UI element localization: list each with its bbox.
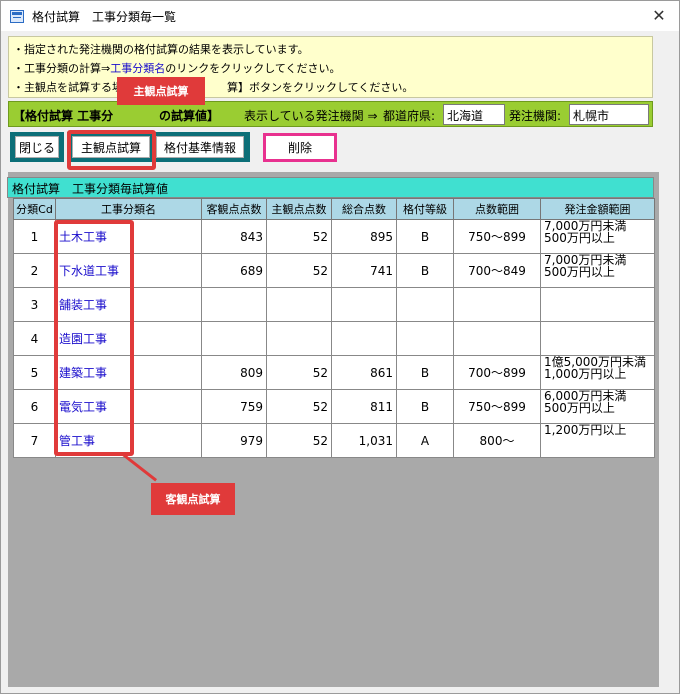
column-header-name: 工事分類名 — [55, 198, 202, 220]
cell-range: 750～899 — [453, 219, 541, 254]
info-line-3: ・主観点を試算する場合 算】ボタンをクリックしてください。 — [13, 78, 648, 97]
cell-amount: 6,000万円未満 500万円以上 — [540, 389, 655, 424]
cell-grade: B — [396, 219, 454, 254]
cell-objective — [201, 321, 267, 356]
cell-amount: 7,000万円未満 500万円以上 — [540, 253, 655, 288]
cell-amount: 7,000万円未満 500万円以上 — [540, 219, 655, 254]
amount-line-2: 500万円以上 — [544, 231, 615, 245]
cell-objective: 759 — [201, 389, 267, 424]
grading-info-button[interactable]: 格付基準情報 — [156, 136, 244, 158]
info-line-3-suffix: 算】ボタンをクリックしてください。 — [227, 81, 414, 94]
cell-total — [331, 321, 397, 356]
prefecture-field[interactable]: 北海道 — [443, 104, 505, 125]
cell-objective: 809 — [201, 355, 267, 390]
delete-button[interactable]: 削除 — [268, 137, 332, 158]
info-line-2: ・工事分類の計算⇒工事分類名のリンクをクリックしてください。 — [13, 59, 648, 78]
cell-amount: 1億5,000万円未満 1,000万円以上 — [540, 355, 655, 390]
display-agency-label: 表示している発注機関 ⇒ — [244, 109, 378, 123]
cell-subjective: 52 — [266, 253, 332, 288]
info-message-box: ・指定された発注機関の格付試算の結果を表示しています。 ・工事分類の計算⇒工事分… — [8, 36, 653, 98]
close-window-icon[interactable]: ✕ — [647, 4, 671, 28]
cell-range: 700～899 — [453, 355, 541, 390]
cell-cd: 2 — [13, 253, 56, 288]
cell-total: 861 — [331, 355, 397, 390]
cell-grade: A — [396, 423, 454, 458]
cell-subjective: 52 — [266, 219, 332, 254]
amount-line-2: 500万円以上 — [544, 401, 615, 415]
grid-header-row: 分類Cd 工事分類名 客観点点数 主観点点数 総合点数 格付等級 点数範囲 発注… — [13, 198, 655, 220]
column-header-total: 総合点数 — [331, 198, 397, 220]
column-header-cd: 分類Cd — [13, 198, 56, 220]
cell-amount — [540, 287, 655, 322]
cell-grade: B — [396, 253, 454, 288]
cell-cd: 4 — [13, 321, 56, 356]
cell-total: 1,031 — [331, 423, 397, 458]
amount-line-2: 1,000万円以上 — [544, 367, 627, 381]
cell-amount — [540, 321, 655, 356]
column-header-subjective: 主観点点数 — [266, 198, 332, 220]
agency-field[interactable]: 札幌市 — [569, 104, 649, 125]
info-line-3-prefix: ・主観点を試算する場合 — [13, 81, 134, 94]
info-line-1: ・指定された発注機関の格付試算の結果を表示しています。 — [13, 43, 309, 56]
cell-total — [331, 287, 397, 322]
cell-grade — [396, 321, 454, 356]
cell-cd: 1 — [13, 219, 56, 254]
category-links-highlight — [54, 220, 134, 456]
column-header-amount: 発注金額範囲 — [540, 198, 655, 220]
cell-range — [453, 287, 541, 322]
cell-total: 741 — [331, 253, 397, 288]
amount-line-1: 1,200万円以上 — [544, 423, 627, 437]
header-title: 【格付試算 工事分 — [13, 109, 114, 123]
title-bar: 格付試算 工事分類毎一覧 ✕ — [1, 1, 679, 31]
close-button[interactable]: 閉じる — [15, 136, 59, 158]
cell-total: 811 — [331, 389, 397, 424]
cell-range: 750～899 — [453, 389, 541, 424]
amount-line-2: 500万円以上 — [544, 265, 615, 279]
cell-grade: B — [396, 389, 454, 424]
window-title: 格付試算 工事分類毎一覧 — [32, 10, 177, 24]
app-window: 格付試算 工事分類毎一覧 ✕ ・指定された発注機関の格付試算の結果を表示していま… — [0, 0, 680, 694]
cell-grade: B — [396, 355, 454, 390]
cell-objective — [201, 287, 267, 322]
cell-cd: 3 — [13, 287, 56, 322]
cell-range — [453, 321, 541, 356]
cell-cd: 7 — [13, 423, 56, 458]
objective-callout: 客観点試算 — [151, 483, 235, 515]
cell-subjective: 52 — [266, 355, 332, 390]
cell-subjective — [266, 321, 332, 356]
grid-caption: 格付試算 工事分類毎試算値 — [7, 177, 654, 198]
cell-subjective — [266, 287, 332, 322]
cell-objective: 689 — [201, 253, 267, 288]
app-form-icon — [10, 10, 24, 23]
column-header-range: 点数範囲 — [453, 198, 541, 220]
cell-grade — [396, 287, 454, 322]
info-line-2-suffix: のリンクをクリックしてください。 — [165, 62, 341, 75]
agency-header-bar: 【格付試算 工事分 の試算値】 表示している発注機関 ⇒ 都道府県: 北海道 発… — [8, 101, 653, 127]
subjective-callout: 主観点試算 — [117, 77, 205, 105]
cell-total: 895 — [331, 219, 397, 254]
cell-range: 700～849 — [453, 253, 541, 288]
info-line-2-prefix: ・工事分類の計算⇒ — [13, 62, 111, 75]
cell-subjective: 52 — [266, 389, 332, 424]
cell-cd: 5 — [13, 355, 56, 390]
column-header-grade: 格付等級 — [396, 198, 454, 220]
cell-amount: 1,200万円以上 — [540, 423, 655, 458]
subjective-button-highlight — [67, 130, 156, 170]
cell-objective: 979 — [201, 423, 267, 458]
agency-label: 発注機関: — [509, 109, 562, 123]
header-title-tail: の試算値】 — [159, 109, 220, 123]
info-link-category-name: 工事分類名 — [110, 62, 166, 75]
prefecture-label: 都道府県: — [383, 109, 436, 123]
column-header-objective: 客観点点数 — [201, 198, 267, 220]
cell-subjective: 52 — [266, 423, 332, 458]
cell-objective: 843 — [201, 219, 267, 254]
cell-range: 800～ — [453, 423, 541, 458]
cell-cd: 6 — [13, 389, 56, 424]
